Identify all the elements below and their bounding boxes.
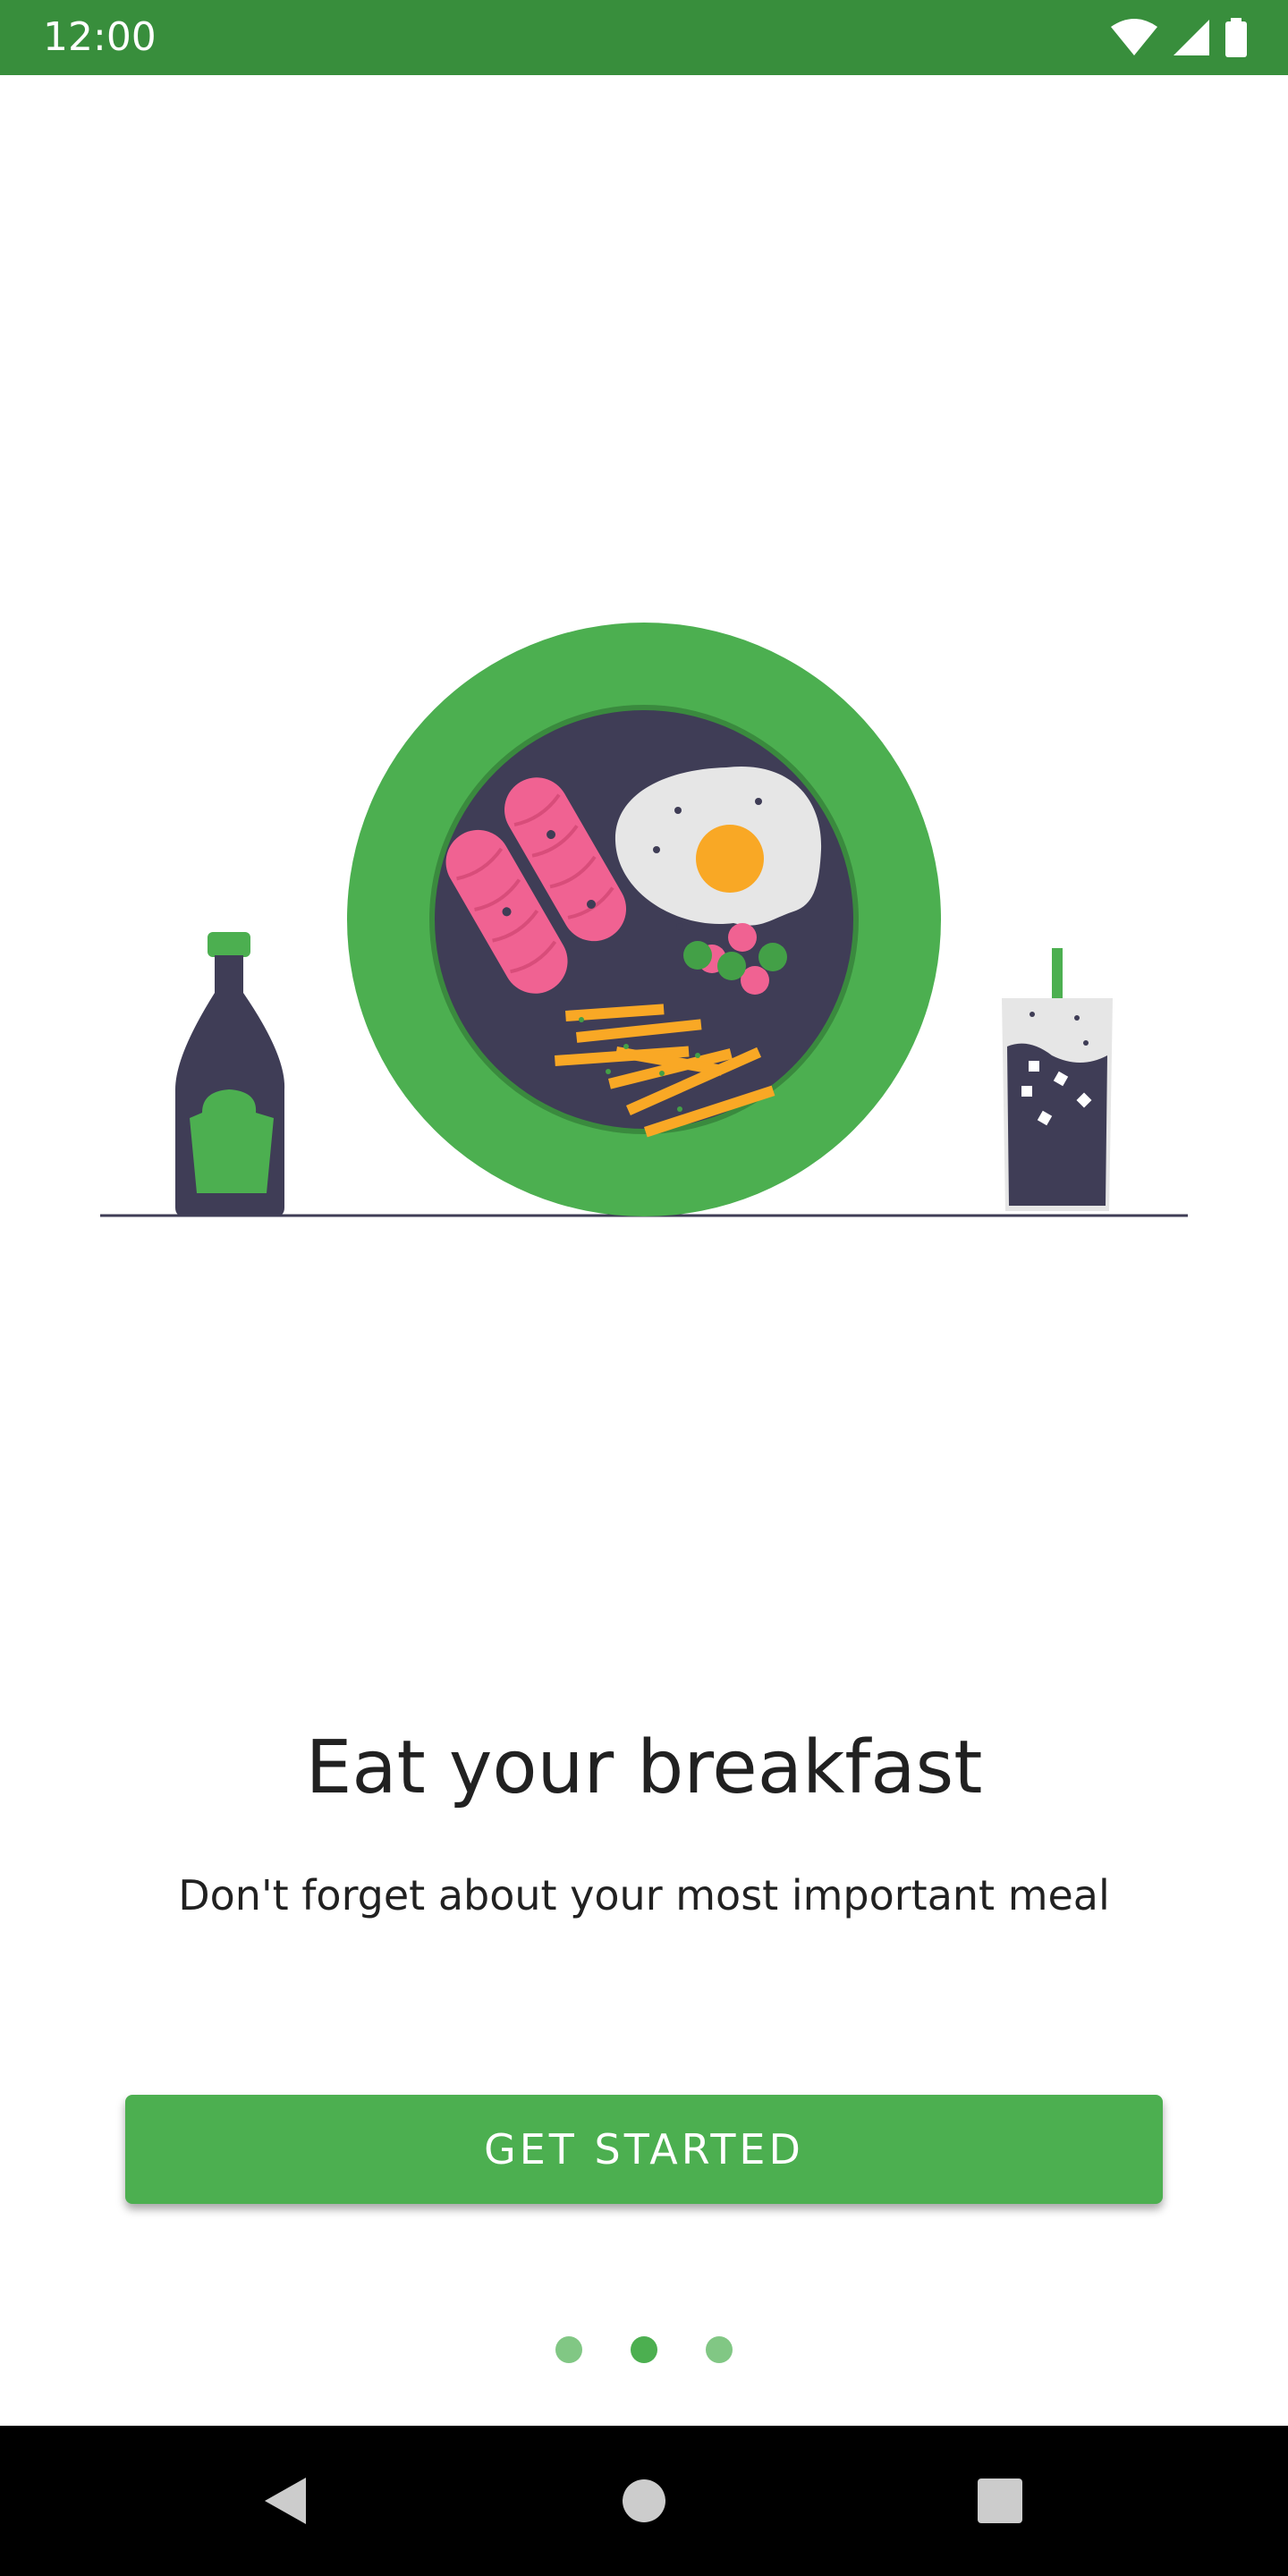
- recents-button[interactable]: [962, 2463, 1038, 2538]
- status-icons: [1109, 18, 1249, 57]
- navigation-bar: [0, 2426, 1288, 2576]
- plate-icon: [347, 623, 941, 1216]
- page-indicator: [0, 2336, 1288, 2365]
- status-time: 12:00: [43, 14, 157, 60]
- sauce-bottle-icon: [175, 932, 285, 1216]
- recents-icon: [978, 2479, 1022, 2523]
- onboarding-title: Eat your breakfast: [305, 1725, 983, 1810]
- page-dot-3[interactable]: [706, 2336, 733, 2363]
- back-button[interactable]: [247, 2463, 322, 2538]
- status-bar: 12:00: [0, 0, 1288, 75]
- breakfast-plate-illustration: [0, 572, 1288, 1252]
- battery-icon: [1224, 18, 1249, 57]
- home-button[interactable]: [606, 2463, 682, 2538]
- get-started-button[interactable]: GET STARTED: [125, 2095, 1163, 2204]
- back-icon: [265, 2478, 306, 2524]
- home-icon: [623, 2479, 665, 2522]
- onboarding-subtitle: Don't forget about your most important m…: [178, 1871, 1110, 1919]
- glass-icon: [1002, 948, 1113, 1211]
- page-dot-1[interactable]: [555, 2336, 582, 2363]
- onboarding-screen: 12:00 Eat your breakfast Don't forget ab…: [0, 0, 1288, 2576]
- page-dot-2[interactable]: [631, 2336, 657, 2363]
- wifi-icon: [1109, 18, 1159, 57]
- signal-icon: [1172, 18, 1211, 57]
